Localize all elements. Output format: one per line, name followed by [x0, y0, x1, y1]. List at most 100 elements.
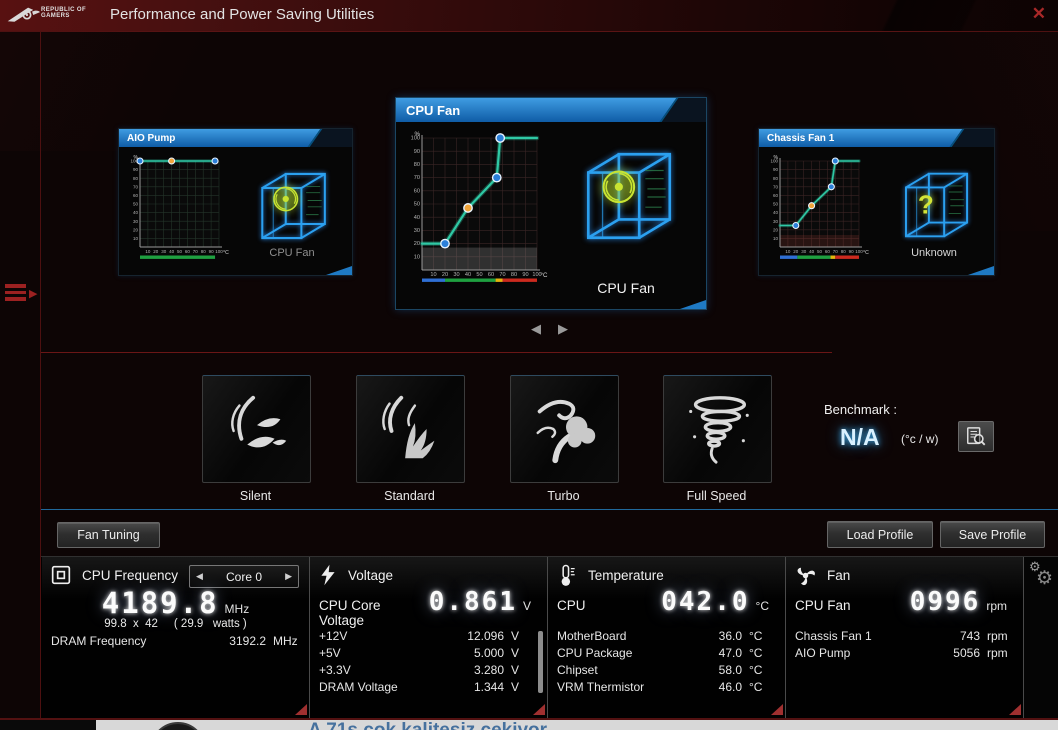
app-window: REPUBLIC OF GAMERS Performance and Power…: [0, 0, 1058, 730]
fan-card-cpu-fan[interactable]: CPU Fan 10 10 20 20 30 30 40 40 50 50 60 60 70 70 80 80…: [395, 97, 707, 310]
svg-text:90: 90: [773, 167, 779, 172]
panel-separator: [309, 557, 310, 718]
svg-text:50: 50: [414, 202, 420, 208]
svg-text:10: 10: [430, 272, 436, 278]
fan-card-title: Chassis Fan 1: [759, 129, 994, 147]
svg-text:90: 90: [133, 167, 139, 172]
svg-text:40: 40: [809, 249, 815, 254]
svg-text:40: 40: [169, 249, 175, 254]
mode-button-turbo[interactable]: [510, 375, 619, 483]
fan-card-title: AIO Pump: [119, 129, 352, 147]
svg-text:30: 30: [161, 249, 167, 254]
svg-text:60: 60: [185, 249, 191, 254]
settings-column: ⚙ ⚙: [1024, 557, 1058, 718]
window-title: Performance and Power Saving Utilities: [110, 6, 375, 23]
close-icon[interactable]: ✕: [1032, 4, 1046, 24]
standard-grass-icon: [381, 395, 434, 459]
monitor-row: MotherBoard 36.0 °C: [557, 629, 763, 643]
svg-text:40: 40: [465, 272, 471, 278]
carousel-prev-icon[interactable]: ◀: [531, 321, 541, 337]
mode-label-full-speed: Full Speed: [686, 489, 747, 503]
save-profile-button[interactable]: Save Profile: [940, 521, 1045, 548]
fan-curve-chart[interactable]: 1010202030304040505060607070808090901001…: [409, 130, 549, 288]
monitor-row: VRM Thermistor 46.0 °C: [557, 680, 763, 694]
selector-next-icon[interactable]: ▶: [285, 571, 292, 582]
panel-title: Voltage: [348, 567, 394, 583]
fan-card-chassis-fan-1[interactable]: Chassis Fan 1 10 10 20 20 30 30 40 40 50 50 60 60 70…: [758, 128, 995, 276]
cpu-chip-icon: [51, 565, 71, 585]
svg-text:60: 60: [488, 272, 494, 278]
svg-text:20: 20: [133, 227, 139, 232]
background-page-corner: [0, 720, 96, 730]
svg-text:70: 70: [414, 175, 420, 181]
device-label: Unknown: [911, 247, 957, 259]
cpu-fan-speed: CPU Fan 0996 rpm: [795, 587, 1007, 617]
mode-label-silent: Silent: [239, 489, 272, 503]
svg-text:%: %: [773, 155, 778, 161]
selector-value: Core 0: [225, 569, 263, 584]
mode-button-full-speed[interactable]: [663, 375, 772, 483]
mode-button-silent[interactable]: [202, 375, 311, 483]
svg-text:70: 70: [773, 184, 779, 189]
menu-bar: [5, 297, 26, 301]
background-page-avatar: [150, 722, 206, 730]
mode-button-standard[interactable]: [356, 375, 465, 483]
fan-card-aio-pump[interactable]: AIO Pump 10 10 20 20 30 30 40 40 50 50 60 60 70 70 80 8…: [118, 128, 353, 276]
svg-text:70: 70: [833, 249, 839, 254]
blue-divider: [41, 509, 1058, 510]
rog-logo-icon: [7, 7, 40, 22]
svg-text:50: 50: [773, 202, 779, 207]
svg-text:80: 80: [201, 249, 207, 254]
temperature-panel: Temperature CPU 042.0 °C MotherBoard 36.0…: [548, 557, 785, 718]
benchmark-run-button[interactable]: [958, 421, 994, 452]
panel-title: CPU Frequency: [82, 567, 179, 583]
panel-title: Temperature: [588, 567, 664, 583]
svg-text:10: 10: [133, 236, 139, 241]
monitor-row: +5V 5.000 V: [319, 646, 520, 660]
fan-curve-chart[interactable]: 1010202030304040505060607070808090901001…: [767, 153, 871, 265]
svg-text:50: 50: [817, 249, 823, 254]
svg-text:30: 30: [453, 272, 459, 278]
svg-text:80: 80: [841, 249, 847, 254]
benchmark-unit: (°c / w): [901, 432, 939, 446]
panel-resize-handle[interactable]: [771, 704, 783, 715]
panel-resize-handle[interactable]: [1009, 704, 1021, 715]
svg-text:80: 80: [414, 162, 420, 168]
device-label: CPU Fan: [597, 280, 655, 296]
flyout-menu-button[interactable]: ▶: [5, 284, 41, 308]
background-page-text: A 71s çok kalitesiz çekiyor: [308, 720, 547, 730]
silent-leaf-icon: [230, 395, 286, 448]
pc-case-image: [243, 163, 341, 249]
panel-resize-handle[interactable]: [533, 704, 545, 715]
svg-text:20: 20: [793, 249, 799, 254]
load-profile-button[interactable]: Load Profile: [827, 521, 933, 548]
fan-tuning-button[interactable]: Fan Tuning: [57, 522, 160, 548]
svg-text:70: 70: [133, 184, 139, 189]
svg-text:90: 90: [849, 249, 855, 254]
svg-text:70: 70: [499, 272, 505, 278]
svg-text:%: %: [414, 131, 420, 138]
panel-title: Fan: [827, 567, 851, 583]
cpu-temperature: CPU 042.0 °C: [557, 587, 769, 617]
selector-prev-icon[interactable]: ◀: [196, 571, 203, 582]
turbo-wind-icon: [535, 399, 595, 464]
svg-text:70: 70: [193, 249, 199, 254]
svg-text:50: 50: [177, 249, 183, 254]
svg-text:100: 100: [855, 249, 863, 254]
svg-text:40: 40: [133, 210, 139, 215]
svg-text:20: 20: [773, 227, 779, 232]
panel-resize-handle[interactable]: [295, 704, 307, 715]
unknown-mark: ?: [918, 189, 934, 219]
svg-text:90: 90: [414, 149, 420, 155]
core-selector[interactable]: ◀ Core 0 ▶: [189, 565, 299, 588]
monitor-row: AIO Pump 5056 rpm: [795, 646, 1008, 660]
carousel-next-icon[interactable]: ▶: [558, 321, 568, 337]
menu-arrow-icon: ▶: [29, 288, 38, 300]
fan-curve-chart[interactable]: 1010202030304040505060607070808090901001…: [127, 153, 231, 265]
monitor-row: DRAM Frequency 3192.2 MHz: [51, 634, 298, 648]
pc-case-unknown-image: ?: [887, 163, 983, 247]
monitor-row: Chassis Fan 1 743 rpm: [795, 629, 1008, 643]
monitor-row: +3.3V 3.280 V: [319, 663, 520, 677]
fan-icon: [797, 567, 815, 585]
voltage-scrollbar[interactable]: [538, 631, 543, 693]
